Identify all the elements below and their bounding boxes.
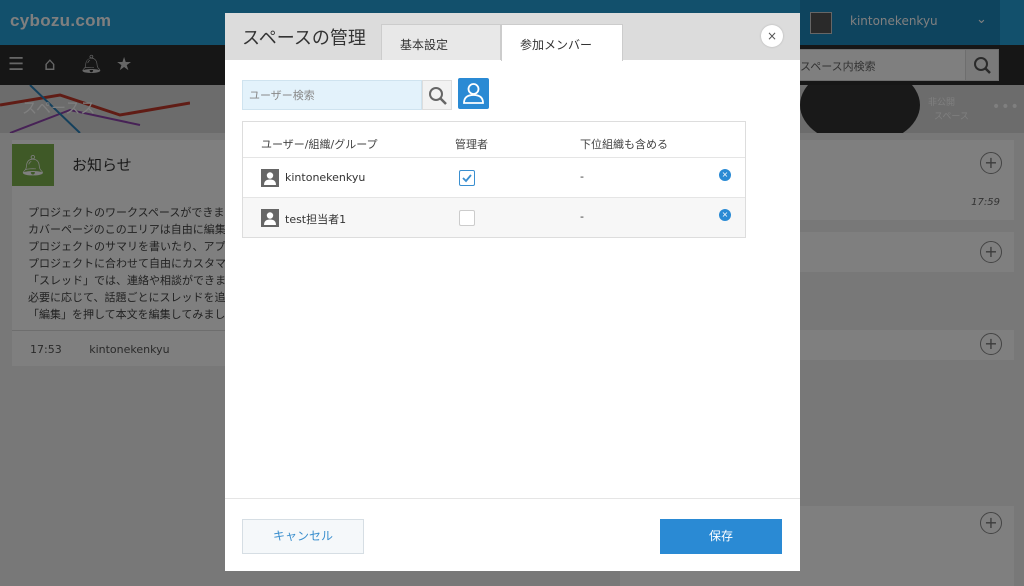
close-icon: × [766,29,778,43]
save-button[interactable]: 保存 [660,519,782,554]
include-sub-value: - [580,170,584,183]
column-header-include-sub: 下位組織も含める [580,138,668,151]
column-header-user: ユーザー/組織/グループ [261,138,378,151]
checkmark-icon [462,174,472,183]
table-row: test担当者1 - × [243,197,745,237]
admin-checkbox[interactable] [459,210,475,226]
member-table: ユーザー/組織/グループ 管理者 下位組織も含める kintonekenkyu … [242,121,746,238]
user-search-input[interactable] [242,80,422,110]
search-icon [429,87,447,105]
user-search-button[interactable] [422,80,452,110]
member-name[interactable]: kintonekenkyu [285,171,365,184]
user-picker-button[interactable] [458,78,489,109]
cancel-button[interactable]: キャンセル [242,519,364,554]
user-icon [261,209,279,227]
dialog-header: スペースの管理 基本設定 参加メンバー × [225,13,800,61]
column-header-admin: 管理者 [455,138,488,151]
table-row: kintonekenkyu - × [243,157,745,197]
user-icon [261,169,279,187]
user-icon [463,83,484,104]
dialog-footer: キャンセル 保存 [225,498,800,571]
remove-member-icon[interactable]: × [719,169,731,181]
include-sub-value: - [580,210,584,223]
admin-checkbox[interactable] [459,170,475,186]
space-settings-dialog: スペースの管理 基本設定 参加メンバー × ユーザー/組織/グループ 管理者 下… [225,13,800,571]
remove-member-icon[interactable]: × [719,209,731,221]
member-name[interactable]: test担当者1 [285,211,346,227]
tab-members[interactable]: 参加メンバー [501,24,623,61]
tab-basic-settings[interactable]: 基本設定 [381,24,501,60]
close-button[interactable]: × [761,25,783,47]
dialog-title: スペースの管理 [242,28,366,49]
